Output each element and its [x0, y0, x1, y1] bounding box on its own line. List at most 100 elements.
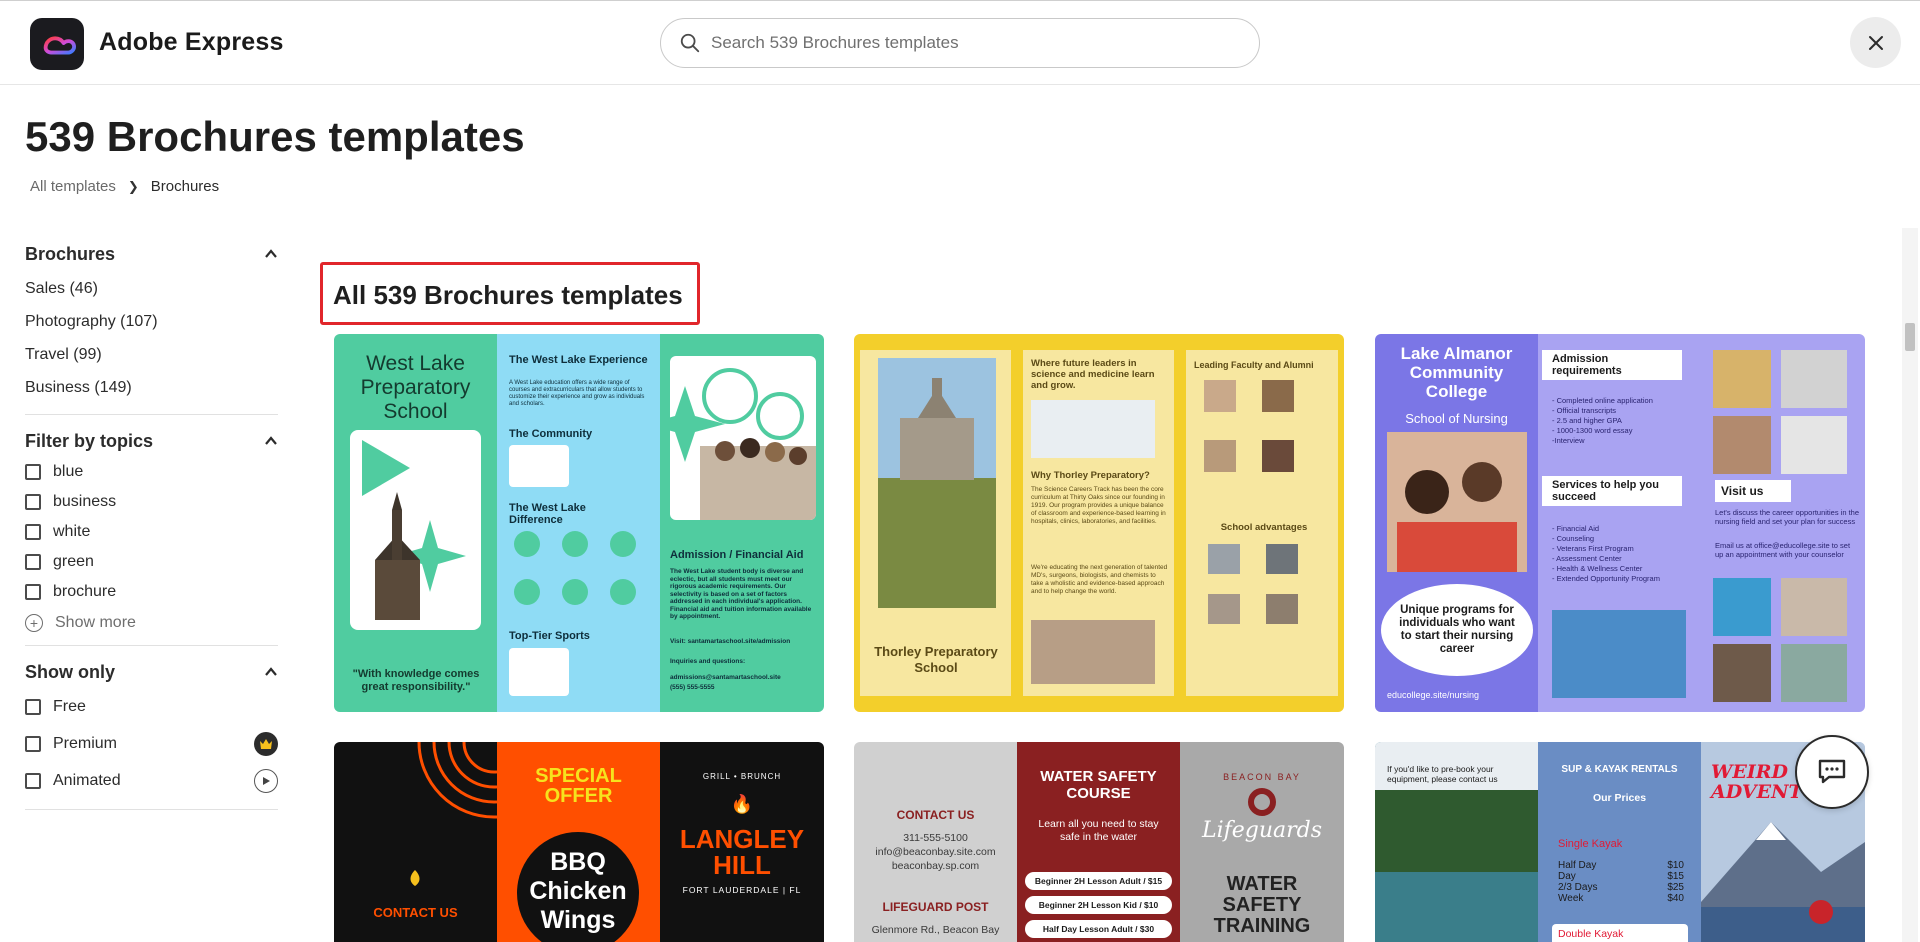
template-text: Week	[1558, 893, 1584, 904]
show-only-header[interactable]: Show only	[25, 658, 278, 686]
chat-button[interactable]	[1795, 735, 1869, 809]
category-photography[interactable]: Photography (107)	[25, 305, 278, 338]
template-sports-image	[509, 648, 569, 696]
breadcrumb-all-templates[interactable]: All templates	[30, 178, 116, 195]
template-lesson-pill: Beginner 2H Lesson Kid / $10	[1025, 896, 1172, 914]
template-text: 2/3 Days	[1558, 882, 1598, 893]
template-text: - Financial Aid	[1552, 524, 1600, 533]
template-card-beacon-bay[interactable]: CONTACT US 311-555-5100 info@beaconbay.s…	[854, 742, 1344, 942]
topic-green[interactable]: green	[25, 547, 278, 577]
topic-white[interactable]: white	[25, 517, 278, 547]
scroll-thumb[interactable]	[1905, 323, 1915, 351]
template-card-lake-almanor[interactable]: Lake Almanor Community College School of…	[1375, 334, 1865, 712]
breadcrumb-brochures: Brochures	[150, 178, 220, 195]
search-icon	[680, 33, 700, 53]
checkbox[interactable]	[25, 554, 41, 570]
template-card-langley-hill[interactable]: CONTACT US SPECIAL OFFER BBQ Chicken Win…	[334, 742, 824, 942]
template-text: Learn all you need to stay safe in the w…	[1038, 818, 1159, 843]
topics-title: Filter by topics	[25, 430, 154, 451]
template-heading: The West Lake Experience	[509, 354, 648, 366]
filter-animated[interactable]: Animated	[25, 762, 278, 799]
template-text: - Assessment Center	[1552, 554, 1622, 563]
template-text: $10	[1667, 860, 1684, 871]
template-arc-text: BEACON BAY	[1223, 772, 1301, 782]
template-photo-grid	[1713, 350, 1857, 480]
brochure-panel: Visit us Let's discuss the career opport…	[1701, 334, 1865, 712]
brochure-panel: Admission requirements - Completed onlin…	[1538, 334, 1701, 712]
checkbox[interactable]	[25, 464, 41, 480]
template-text: $25	[1667, 882, 1684, 893]
topic-blue[interactable]: blue	[25, 457, 278, 487]
category-sales[interactable]: Sales (46)	[25, 272, 278, 305]
checkbox[interactable]	[25, 584, 41, 600]
template-contact: CONTACT US	[373, 905, 458, 920]
filter-premium[interactable]: Premium	[25, 725, 278, 762]
template-text: Day	[1558, 871, 1576, 882]
search-input[interactable]	[711, 33, 1231, 53]
template-school-name: West Lake Preparatory School	[360, 352, 471, 423]
category-travel[interactable]: Travel (99)	[25, 338, 278, 371]
template-card-west-lake[interactable]: West Lake Preparatory School "With knowl…	[334, 334, 824, 712]
template-text: beaconbay.sp.com	[891, 860, 980, 872]
topic-brochure[interactable]: brochure	[25, 577, 278, 607]
template-heading: Leading Faculty and Alumni	[1194, 360, 1314, 370]
categories-header[interactable]: Brochures	[25, 240, 278, 268]
adobe-express-logo[interactable]	[30, 18, 84, 70]
template-text: - Health & Wellness Center	[1552, 564, 1643, 573]
template-heading: The West Lake Difference	[509, 502, 586, 526]
chat-bubble-icon	[1818, 759, 1846, 784]
template-services-list: - Financial Aid - Counseling - Veterans …	[1552, 524, 1697, 584]
template-heading: Single Kayak	[1558, 838, 1623, 850]
template-heading: WATER SAFETY COURSE	[1040, 768, 1157, 802]
template-special-offer: SPECIAL OFFER	[535, 765, 622, 807]
template-heading: Visit us	[1721, 484, 1764, 498]
template-text: If you'd like to pre-book your equipment…	[1387, 764, 1498, 784]
template-heading: Double Kayak	[1558, 928, 1624, 940]
topics-header[interactable]: Filter by topics	[25, 427, 278, 455]
plus-circle-icon: +	[25, 614, 43, 632]
template-icon-grid	[509, 530, 649, 630]
chevron-up-icon[interactable]	[264, 247, 278, 261]
template-heading: Where future leaders in science and medi…	[1031, 358, 1155, 391]
template-map	[509, 445, 569, 487]
template-heading: Top-Tier Sports	[509, 630, 590, 642]
page-scrollbar[interactable]	[1902, 228, 1918, 942]
template-classroom-image	[1031, 620, 1155, 684]
template-text: $40	[1667, 893, 1684, 904]
topic-business[interactable]: business	[25, 487, 278, 517]
template-text: Half Day	[1558, 860, 1597, 871]
section-title: All 539 Brochures templates	[333, 280, 683, 310]
template-text: A West Lake education offers a wide rang…	[509, 380, 645, 407]
brochure-panel: The West Lake Experience A West Lake edu…	[497, 334, 660, 712]
template-card-kayak[interactable]: If you'd like to pre-book your equipment…	[1375, 742, 1865, 942]
checkbox[interactable]	[25, 772, 41, 789]
checkbox[interactable]	[25, 524, 41, 540]
checkbox[interactable]	[25, 494, 41, 510]
template-photo	[1387, 432, 1527, 572]
template-heading: Admission / Financial Aid	[670, 549, 804, 561]
filter-free[interactable]: Free	[25, 688, 278, 725]
template-text: Let's discuss the career opportunities i…	[1715, 508, 1860, 526]
category-business[interactable]: Business (149)	[25, 371, 278, 404]
template-card-thorley[interactable]: Thorley Preparatory School Where future …	[854, 334, 1344, 712]
checkbox[interactable]	[25, 698, 41, 715]
template-lesson-pill: Beginner 2H Lesson Adult / $15	[1025, 872, 1172, 890]
template-lesson-pill: Half Day Lesson Adult / $30	[1025, 920, 1172, 938]
template-text: - Extended Opportunity Program	[1552, 574, 1660, 583]
template-school-name: Thorley Preparatory School	[874, 644, 998, 675]
chevron-up-icon[interactable]	[264, 434, 278, 448]
show-more-button[interactable]: + Show more	[25, 607, 278, 639]
template-bubble-text: Unique programs for individuals who want…	[1399, 604, 1515, 655]
brochure-panel: BEACON BAY Lifeguards WATER SAFETY TRAIN…	[1180, 742, 1344, 942]
chevron-up-icon[interactable]	[264, 665, 278, 679]
divider	[25, 809, 278, 810]
close-button[interactable]	[1850, 17, 1901, 68]
brand-name[interactable]: Adobe Express	[99, 28, 284, 57]
search-bar[interactable]	[660, 18, 1260, 68]
creative-cloud-icon	[43, 36, 76, 55]
checkbox[interactable]	[25, 735, 41, 752]
template-advantages-grid	[1208, 544, 1318, 654]
template-faculty-grid	[1204, 380, 1314, 490]
template-subheading: Our Prices	[1592, 792, 1647, 804]
top-header: Adobe Express	[0, 0, 1920, 85]
